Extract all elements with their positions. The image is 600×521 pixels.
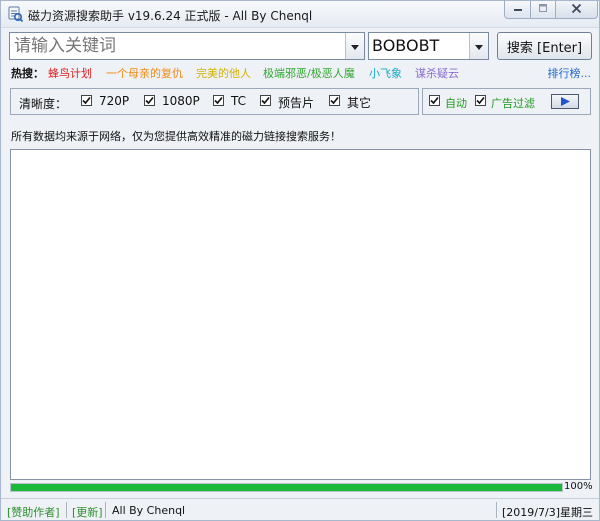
play-icon: [552, 97, 578, 111]
checkbox-720p[interactable]: [81, 95, 92, 106]
checkbox-ad-filter[interactable]: [475, 95, 486, 106]
status-divider: [496, 502, 497, 518]
progress-percent: 100%: [564, 481, 593, 492]
checkbox-1080p[interactable]: [144, 95, 155, 106]
checkbox-label: 1080P: [162, 94, 200, 108]
search-button[interactable]: 搜索 [Enter]: [497, 32, 592, 60]
hot-item[interactable]: 极端邪恶/极恶人魔: [263, 65, 355, 81]
checkbox-label: 其它: [347, 96, 372, 110]
status-author: All By Chenql: [112, 504, 186, 517]
app-window: 磁力资源搜索助手 v19.6.24 正式版 - All By Chenql BO…: [0, 0, 600, 521]
checkbox-label: 预告片: [278, 96, 315, 110]
sponsor-author-link[interactable]: [赞助作者]: [7, 504, 60, 520]
search-engine-select[interactable]: BOBOBT: [368, 32, 489, 60]
keyword-dropdown-button[interactable]: [345, 33, 364, 59]
checkbox-auto[interactable]: [429, 95, 440, 106]
maximize-button[interactable]: [530, 1, 555, 19]
disclaimer-text: 所有数据均来源于网络，仅为您提供高效精准的磁力链接搜索服务！: [11, 130, 341, 143]
auto-label: 自动: [445, 97, 467, 110]
keyword-combobox[interactable]: [9, 32, 365, 60]
checkbox-tc[interactable]: [213, 95, 224, 106]
ad-filter-label: 广告过滤: [491, 97, 535, 110]
status-divider: [66, 502, 67, 518]
dropdown-arrow-icon: [351, 40, 359, 53]
close-icon: [571, 3, 582, 17]
maximize-icon: [538, 3, 548, 16]
hot-item[interactable]: 谋杀疑云: [415, 65, 459, 81]
title-bar[interactable]: 磁力资源搜索助手 v19.6.24 正式版 - All By Chenql: [1, 1, 599, 28]
keyword-input[interactable]: [10, 33, 344, 59]
hot-item[interactable]: 完美的他人: [196, 65, 251, 81]
window-title: 磁力资源搜索助手 v19.6.24 正式版 - All By Chenql: [28, 9, 313, 23]
ranking-link[interactable]: 排行榜...: [548, 65, 592, 81]
search-engine-value: BOBOBT: [372, 36, 440, 55]
status-divider: [105, 502, 106, 518]
checkbox-label: 720P: [99, 94, 130, 108]
dropdown-arrow-icon: [475, 40, 483, 53]
hot-item[interactable]: 蜂鸟计划: [48, 65, 92, 81]
search-progress-bar: [10, 483, 563, 492]
status-bar: [赞助作者] [更新] All By Chenql [2019/7/3]星期三: [1, 498, 599, 521]
auto-options-panel: 自动 广告过滤: [422, 88, 591, 115]
quality-label: 清晰度：: [19, 97, 68, 111]
minimize-icon: [513, 3, 523, 16]
hot-search-row: 热搜： 蜂鸟计划 一个母亲的复仇 完美的他人 极端邪恶/极恶人魔 小飞象 谋杀疑…: [11, 65, 591, 81]
progress-fill: [11, 484, 562, 491]
magnet-app-icon: [7, 6, 24, 23]
quality-filter-panel: 清晰度： 720P 1080P TC 预告片 其它: [10, 88, 419, 115]
results-list[interactable]: [10, 149, 591, 480]
close-button[interactable]: [555, 1, 598, 19]
checkbox-trailer[interactable]: [260, 95, 271, 106]
hot-item[interactable]: 小飞象: [369, 65, 402, 81]
status-date: [2019/7/3]星期三: [502, 506, 593, 519]
hot-search-label: 热搜：: [11, 67, 44, 80]
minimize-button[interactable]: [504, 1, 530, 19]
engine-dropdown-button[interactable]: [469, 33, 488, 59]
update-link[interactable]: [更新]: [72, 504, 103, 520]
checkbox-label: TC: [231, 94, 247, 108]
play-button[interactable]: [551, 94, 579, 109]
hot-item[interactable]: 一个母亲的复仇: [106, 65, 183, 81]
checkbox-other[interactable]: [329, 95, 340, 106]
